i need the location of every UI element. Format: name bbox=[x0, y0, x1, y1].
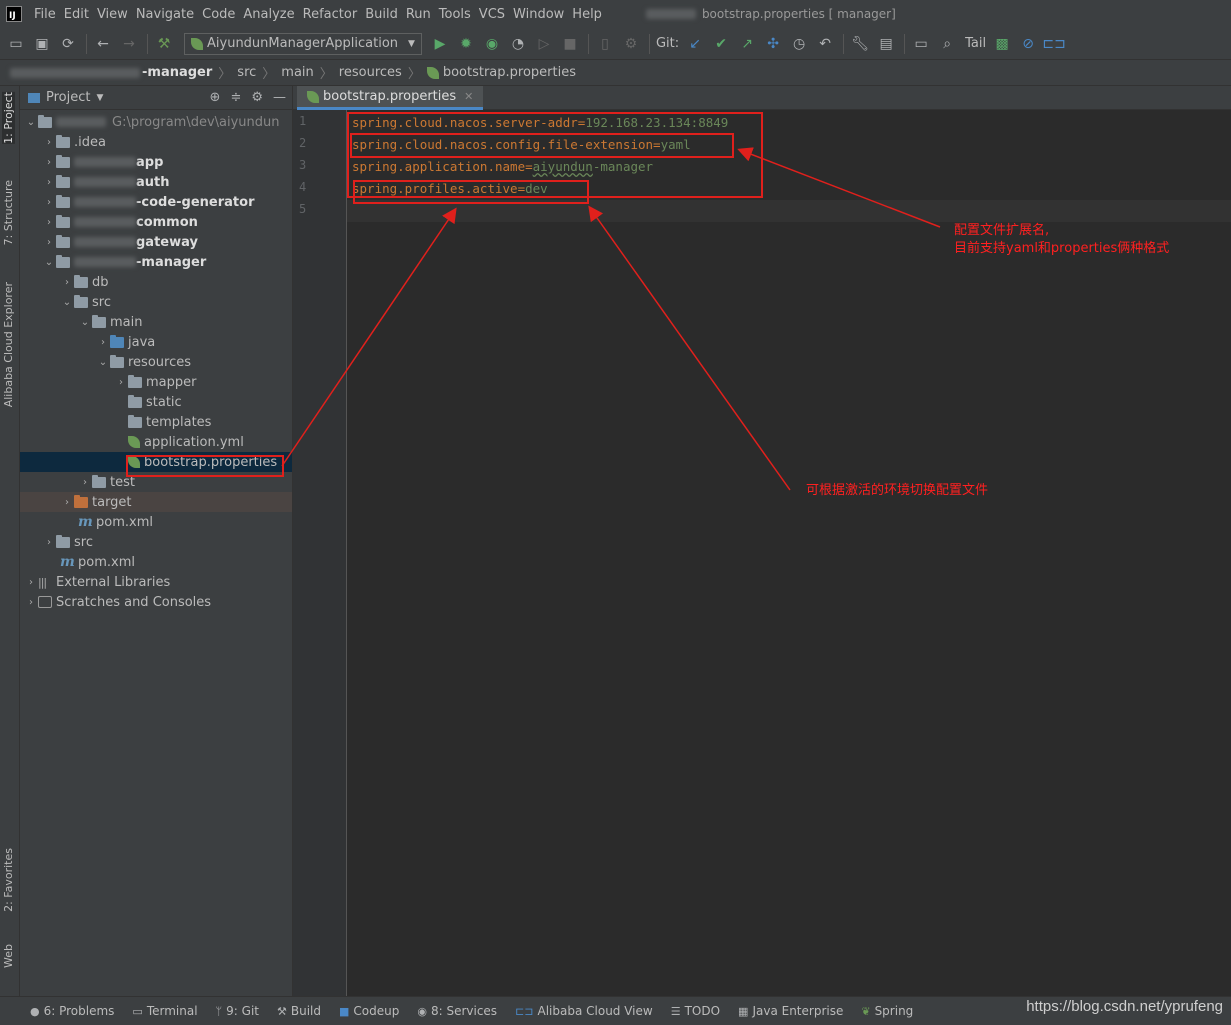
services-icon: ◉ bbox=[417, 1004, 427, 1018]
tab-label: Java Enterprise bbox=[752, 1004, 844, 1018]
problems-tab[interactable]: ● 6: Problems bbox=[30, 1004, 114, 1018]
tab-label: TODO bbox=[684, 1004, 721, 1018]
services-tab[interactable]: ◉ 8: Services bbox=[417, 1004, 497, 1018]
terminal-tab[interactable]: ▭ Terminal bbox=[132, 1004, 197, 1018]
tab-label: Terminal bbox=[146, 1004, 198, 1018]
problems-icon: ● bbox=[30, 1004, 40, 1018]
todo-tab[interactable]: ☰ TODO bbox=[671, 1004, 720, 1018]
arrow-tree-to-editor bbox=[281, 207, 457, 467]
todo-list-icon: ☰ bbox=[670, 1004, 681, 1018]
tab-label: Spring bbox=[874, 1004, 914, 1018]
annotation-text-line: 目前支持yaml和properties俩种格式 bbox=[954, 241, 1170, 256]
git-branch-icon: ᛘ bbox=[215, 1004, 223, 1018]
codeup-tab[interactable]: ■ Codeup bbox=[339, 1004, 399, 1018]
alibaba-cloud-view-tab[interactable]: ⊏⊐ Alibaba Cloud View bbox=[515, 1004, 653, 1018]
java-enterprise-icon: ▦ bbox=[738, 1004, 749, 1018]
arrow-file-extension bbox=[737, 147, 941, 228]
tab-label: Build bbox=[290, 1004, 321, 1018]
tab-label: Codeup bbox=[353, 1004, 400, 1018]
build-tab[interactable]: ⚒ Build bbox=[277, 1004, 321, 1018]
tab-label: 8: Services bbox=[430, 1004, 498, 1018]
alibaba-cloud-icon: ⊏⊐ bbox=[515, 1004, 534, 1018]
watermark: https://blog.csdn.net/yprufeng bbox=[1026, 998, 1223, 1015]
tab-label: 9: Git bbox=[226, 1004, 259, 1018]
annotation-profile-note: 可根据激活的环境切换配置文件 bbox=[806, 483, 989, 498]
tab-label: Alibaba Cloud View bbox=[537, 1004, 653, 1018]
arrow-profiles-active bbox=[588, 205, 791, 491]
java-enterprise-tab[interactable]: ▦ Java Enterprise bbox=[738, 1004, 843, 1018]
annotation-text-line: 配置文件扩展名, bbox=[954, 223, 1050, 238]
codeup-icon: ■ bbox=[339, 1004, 350, 1018]
git-tab[interactable]: ᛘ 9: Git bbox=[216, 1004, 259, 1018]
annotation-file-extension: 配置文件扩展名, 目前支持yaml和properties俩种格式 bbox=[954, 222, 1169, 258]
spring-tab[interactable]: ❦ Spring bbox=[861, 1004, 913, 1018]
annotation-arrows bbox=[281, 147, 941, 491]
tab-label: 6: Problems bbox=[43, 1004, 115, 1018]
spring-leaf-icon: ❦ bbox=[861, 1004, 871, 1018]
terminal-icon: ▭ bbox=[132, 1004, 143, 1018]
hammer-icon: ⚒ bbox=[277, 1004, 287, 1018]
